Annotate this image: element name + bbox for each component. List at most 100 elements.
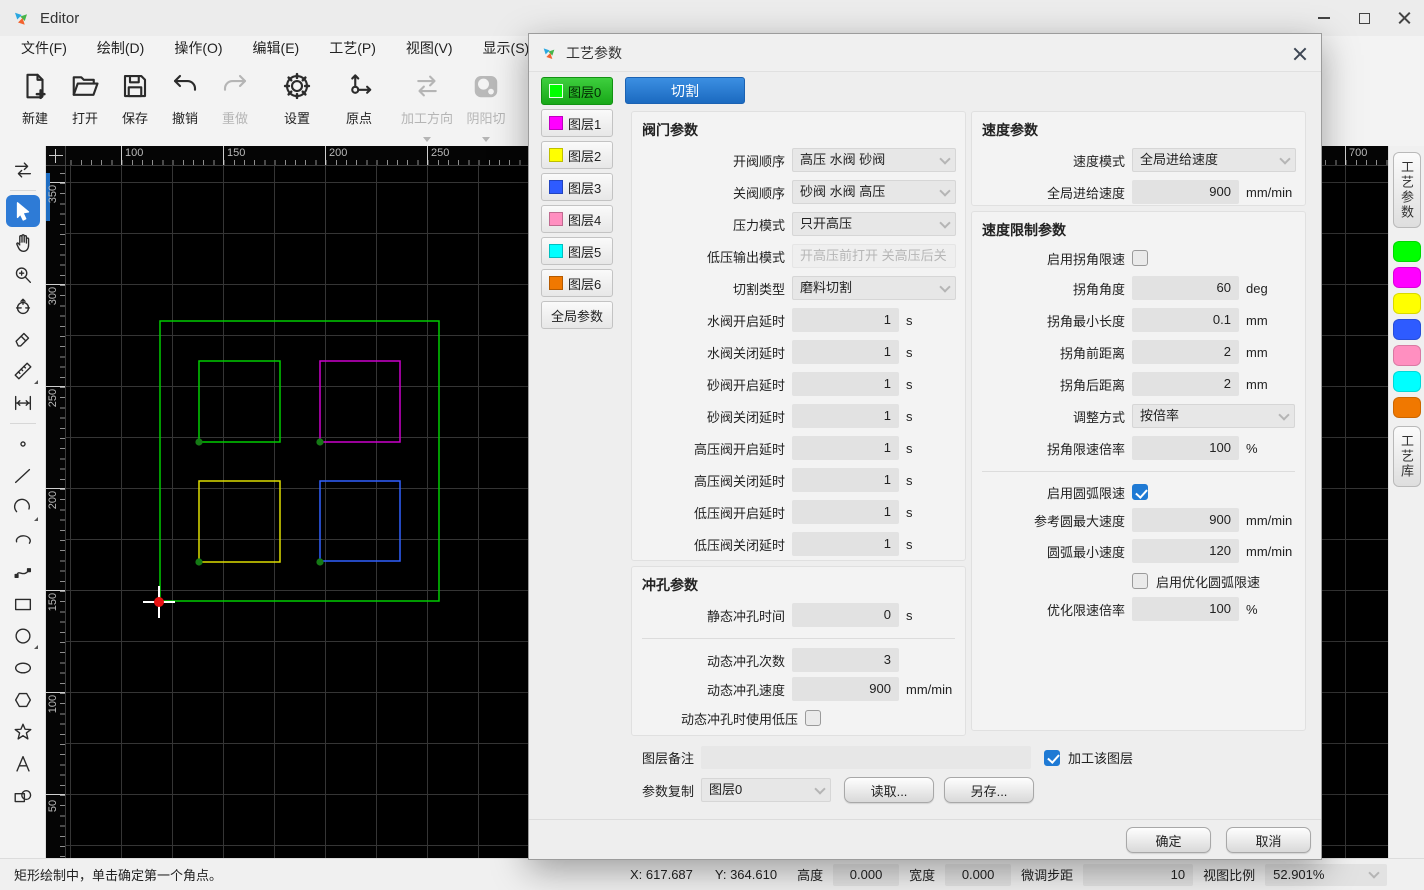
rectangle-tool[interactable]: [6, 588, 40, 620]
gear-icon: [282, 66, 312, 106]
select-tool[interactable]: [6, 195, 40, 227]
process-params-panel-button[interactable]: 工艺参数: [1393, 152, 1421, 228]
cut-type-select[interactable]: 磨料切割: [792, 276, 956, 300]
menu-view[interactable]: 视图(V): [391, 36, 468, 60]
save-button[interactable]: 保存: [110, 66, 160, 140]
hp-valve-close-delay-input[interactable]: 1: [792, 468, 899, 492]
layer-color-2[interactable]: [1393, 293, 1421, 314]
undo-button[interactable]: 撤销: [160, 66, 210, 140]
open-valve-order-select[interactable]: 高压 水阀 砂阀: [792, 148, 956, 172]
close-button[interactable]: [1384, 0, 1424, 36]
array-copy-tool[interactable]: [6, 780, 40, 812]
corner-pre-distance-input[interactable]: 2: [1132, 340, 1239, 364]
circle-tool[interactable]: [6, 620, 40, 652]
corner-angle-input[interactable]: 60: [1132, 276, 1239, 300]
optimized-limit-ratio-input[interactable]: 100: [1132, 597, 1239, 621]
sand-valve-open-delay-input[interactable]: 1: [792, 372, 899, 396]
width-input[interactable]: 0.000: [945, 864, 1011, 886]
tab-layer1[interactable]: 图层1: [541, 109, 613, 137]
cancel-button[interactable]: 取消: [1226, 827, 1311, 853]
global-feed-speed-input[interactable]: 900: [1132, 180, 1239, 204]
outer-rectangle: [160, 321, 439, 601]
process-this-layer-checkbox[interactable]: [1044, 750, 1060, 766]
tab-layer5[interactable]: 图层5: [541, 237, 613, 265]
param-copy-select[interactable]: 图层0: [701, 778, 831, 802]
maximize-button[interactable]: [1344, 0, 1384, 36]
reorder-icon[interactable]: [6, 154, 40, 186]
menu-draw[interactable]: 绘制(D): [82, 36, 159, 60]
lp-valve-close-delay-input[interactable]: 1: [792, 532, 899, 556]
open-button[interactable]: 打开: [60, 66, 110, 140]
height-input[interactable]: 0.000: [833, 864, 899, 886]
layer5-swatch: [549, 244, 563, 258]
hp-valve-open-delay-input[interactable]: 1: [792, 436, 899, 460]
static-punch-time-input[interactable]: 0: [792, 603, 899, 627]
pan-tool[interactable]: [6, 227, 40, 259]
dynamic-punch-low-pressure-checkbox[interactable]: [805, 710, 821, 726]
chevron-down-icon: [1368, 867, 1379, 878]
measure-tool[interactable]: [6, 355, 40, 387]
point-tool[interactable]: [6, 428, 40, 460]
dynamic-punch-count-input[interactable]: 3: [792, 648, 899, 672]
step-input[interactable]: 10: [1083, 864, 1193, 886]
tab-cut[interactable]: 切割: [625, 77, 745, 104]
dynamic-punch-speed-input[interactable]: 900: [792, 677, 899, 701]
ref-circle-max-speed-input[interactable]: 900: [1132, 508, 1239, 532]
water-valve-close-delay-input[interactable]: 1: [792, 340, 899, 364]
menu-operate[interactable]: 操作(O): [159, 36, 237, 60]
layer-color-0[interactable]: [1393, 241, 1421, 262]
polygon-tool[interactable]: [6, 684, 40, 716]
adjust-mode-select[interactable]: 按倍率: [1132, 404, 1295, 428]
corner-post-distance-input[interactable]: 2: [1132, 372, 1239, 396]
enable-arc-limit-checkbox[interactable]: [1132, 484, 1148, 500]
speed-mode-select[interactable]: 全局进给速度: [1132, 148, 1296, 172]
tab-layer2[interactable]: 图层2: [541, 141, 613, 169]
lp-valve-open-delay-input[interactable]: 1: [792, 500, 899, 524]
settings-button[interactable]: 设置: [272, 66, 322, 140]
origin-button[interactable]: 原点: [334, 66, 384, 140]
layer-color-5[interactable]: [1393, 371, 1421, 392]
arc-min-speed-input[interactable]: 120: [1132, 539, 1239, 563]
dialog-close-icon[interactable]: [1289, 43, 1311, 65]
menu-process[interactable]: 工艺(P): [314, 36, 391, 60]
enable-corner-limit-checkbox[interactable]: [1132, 250, 1148, 266]
pressure-mode-select[interactable]: 只开高压: [792, 212, 956, 236]
zoom-tool[interactable]: [6, 259, 40, 291]
arc-tool[interactable]: [6, 492, 40, 524]
layer-color-6[interactable]: [1393, 397, 1421, 418]
curve-tool[interactable]: [6, 556, 40, 588]
star-tool[interactable]: [6, 716, 40, 748]
layer-color-1[interactable]: [1393, 267, 1421, 288]
layer-color-4[interactable]: [1393, 345, 1421, 366]
layer1-swatch: [549, 116, 563, 130]
sand-valve-close-delay-input[interactable]: 1: [792, 404, 899, 428]
new-button[interactable]: 新建: [10, 66, 60, 140]
tab-layer3[interactable]: 图层3: [541, 173, 613, 201]
tab-layer0[interactable]: 图层0: [541, 77, 613, 105]
text-tool[interactable]: [6, 748, 40, 780]
minimize-button[interactable]: [1304, 0, 1344, 36]
layer-note-input[interactable]: [701, 746, 1031, 769]
close-valve-order-select[interactable]: 砂阀 水阀 高压: [792, 180, 956, 204]
read-button[interactable]: 读取...: [844, 777, 934, 803]
corner-limit-ratio-input[interactable]: 100: [1132, 436, 1239, 460]
menu-edit[interactable]: 编辑(E): [238, 36, 315, 60]
move-view-tool[interactable]: [6, 291, 40, 323]
ok-button[interactable]: 确定: [1126, 827, 1211, 853]
layer-color-3[interactable]: [1393, 319, 1421, 340]
save-as-button[interactable]: 另存...: [944, 777, 1034, 803]
water-valve-open-delay-input[interactable]: 1: [792, 308, 899, 332]
arc-segment-tool[interactable]: [6, 524, 40, 556]
process-library-button[interactable]: 工艺库: [1393, 426, 1421, 487]
zoom-select[interactable]: 52.901%: [1265, 864, 1387, 886]
enable-optimized-arc-limit-checkbox[interactable]: [1132, 573, 1148, 589]
line-tool[interactable]: [6, 460, 40, 492]
tab-layer6[interactable]: 图层6: [541, 269, 613, 297]
tab-global-params[interactable]: 全局参数: [541, 301, 613, 329]
corner-min-length-input[interactable]: 0.1: [1132, 308, 1239, 332]
eraser-tool[interactable]: [6, 323, 40, 355]
ellipse-tool[interactable]: [6, 652, 40, 684]
menu-file[interactable]: 文件(F): [6, 36, 82, 60]
dimension-tool[interactable]: [6, 387, 40, 419]
tab-layer4[interactable]: 图层4: [541, 205, 613, 233]
